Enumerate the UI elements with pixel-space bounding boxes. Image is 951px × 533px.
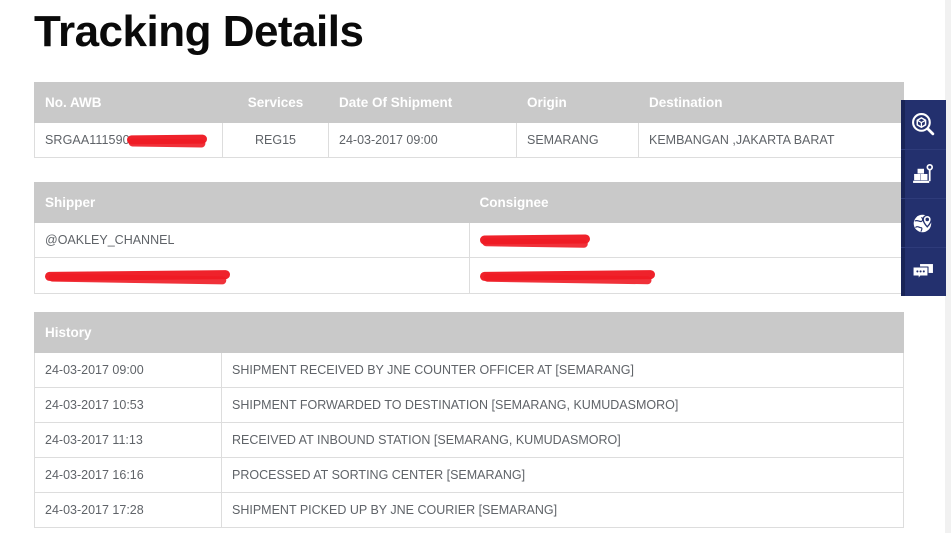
cell-destination: KEMBANGAN ,JAKARTA BARAT bbox=[638, 121, 904, 159]
cell-history-description: SHIPMENT FORWARDED TO DESTINATION [SEMAR… bbox=[221, 386, 904, 423]
cell-consignee-address bbox=[468, 257, 904, 294]
globe-location-pin-icon bbox=[911, 211, 936, 236]
sidebar-item-shipping-rate[interactable] bbox=[901, 149, 946, 198]
cell-consignee-name bbox=[468, 222, 904, 259]
table-row: 24-03-2017 16:16 PROCESSED AT SORTING CE… bbox=[34, 456, 904, 493]
sidebar-item-nearest-location[interactable] bbox=[901, 198, 946, 247]
history-rows: 24-03-2017 09:00 SHIPMENT RECEIVED BY JN… bbox=[34, 351, 904, 528]
page-content: Tracking Details No. AWB Services Date O… bbox=[34, 0, 904, 528]
page-title: Tracking Details bbox=[34, 7, 364, 56]
cell-shipper-name: @OAKLEY_CHANNEL bbox=[34, 222, 470, 259]
table-row: 24-03-2017 11:13 RECEIVED AT INBOUND STA… bbox=[34, 421, 904, 458]
cell-history-description: RECEIVED AT INBOUND STATION [SEMARANG, K… bbox=[221, 421, 904, 458]
history-table: History 24-03-2017 09:00 SHIPMENT RECEIV… bbox=[34, 311, 904, 528]
parties-header-row: Shipper Consignee bbox=[34, 182, 904, 224]
shipping-scale-icon bbox=[911, 162, 936, 187]
chat-bubbles-icon bbox=[911, 260, 937, 284]
cell-history-description: SHIPMENT RECEIVED BY JNE COUNTER OFFICER… bbox=[221, 351, 904, 388]
cell-history-time: 24-03-2017 09:00 bbox=[34, 351, 222, 388]
cell-history-description: PROCESSED AT SORTING CENTER [SEMARANG] bbox=[221, 456, 904, 493]
cell-history-time: 24-03-2017 16:16 bbox=[34, 456, 222, 493]
tracking-details-page: Tracking Details No. AWB Services Date O… bbox=[0, 0, 951, 533]
cell-origin: SEMARANG bbox=[516, 121, 639, 159]
shipper-address-redaction-mark bbox=[45, 270, 230, 283]
package-search-icon bbox=[911, 112, 936, 137]
awb-number-text: SRGAA111590 bbox=[45, 133, 130, 147]
parties-row bbox=[34, 257, 904, 294]
column-header-date-of-shipment: Date Of Shipment bbox=[328, 82, 517, 123]
column-header-shipper: Shipper bbox=[34, 182, 470, 224]
table-row: 24-03-2017 17:28 SHIPMENT PICKED UP BY J… bbox=[34, 491, 904, 528]
cell-history-description: SHIPMENT PICKED UP BY JNE COURIER [SEMAR… bbox=[221, 491, 904, 528]
column-header-awb: No. AWB bbox=[34, 82, 223, 123]
cell-services: REG15 bbox=[222, 121, 329, 159]
cell-history-time: 24-03-2017 11:13 bbox=[34, 421, 222, 458]
awb-redaction-mark bbox=[127, 134, 207, 147]
sidebar-item-contact[interactable] bbox=[901, 247, 946, 296]
history-header-row: History bbox=[34, 311, 904, 353]
column-header-origin: Origin bbox=[516, 82, 639, 123]
quick-action-sidebar bbox=[901, 100, 946, 296]
column-header-services: Services bbox=[222, 82, 329, 123]
cell-awb: SRGAA111590 bbox=[34, 121, 223, 159]
cell-date-of-shipment: 24-03-2017 09:00 bbox=[328, 121, 517, 159]
consignee-name-redaction-mark bbox=[480, 234, 590, 247]
shipment-info-header-row: No. AWB Services Date Of Shipment Origin… bbox=[34, 82, 904, 123]
sidebar-item-tracking[interactable] bbox=[901, 100, 946, 149]
column-header-history-spacer bbox=[221, 311, 904, 353]
parties-table: Shipper Consignee @OAKLEY_CHANNEL bbox=[34, 182, 904, 294]
shipment-info-table: No. AWB Services Date Of Shipment Origin… bbox=[34, 82, 904, 159]
column-header-consignee: Consignee bbox=[468, 182, 904, 224]
shipment-info-row: SRGAA111590 REG15 24-03-2017 09:00 SEMAR… bbox=[34, 121, 904, 159]
table-row: 24-03-2017 10:53 SHIPMENT FORWARDED TO D… bbox=[34, 386, 904, 423]
cell-shipper-address bbox=[34, 257, 470, 294]
column-header-destination: Destination bbox=[638, 82, 904, 123]
column-header-history: History bbox=[34, 311, 222, 353]
cell-history-time: 24-03-2017 10:53 bbox=[34, 386, 222, 423]
cell-history-time: 24-03-2017 17:28 bbox=[34, 491, 222, 528]
parties-row: @OAKLEY_CHANNEL bbox=[34, 222, 904, 259]
table-row: 24-03-2017 09:00 SHIPMENT RECEIVED BY JN… bbox=[34, 351, 904, 388]
consignee-address-redaction-mark bbox=[480, 270, 655, 283]
